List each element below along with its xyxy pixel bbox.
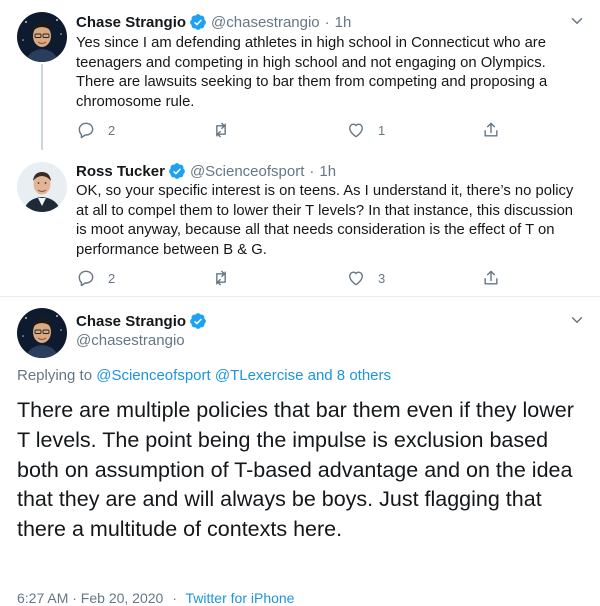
reply-button[interactable]: 2 [76, 120, 115, 140]
user-handle[interactable]: @Scienceofsport [190, 163, 304, 180]
display-name[interactable]: Ross Tucker [76, 163, 165, 180]
tweet-text: Yes since I am defending athletes in hig… [76, 35, 548, 110]
separator-dot: · [309, 162, 315, 180]
reply-button[interactable]: 2 [76, 268, 115, 288]
focused-tweet-text: There are multiple policies that bar the… [17, 398, 574, 542]
display-name[interactable]: Chase Strangio [76, 313, 186, 330]
focused-tweet-header: Chase Strangio [76, 311, 211, 331]
mention-link[interactable]: @Scienceofsport [96, 367, 210, 384]
verified-badge-icon [189, 312, 207, 330]
heart-icon [346, 120, 366, 140]
timestamp[interactable]: 1h [319, 163, 336, 180]
share-button[interactable] [481, 120, 501, 140]
tweet-actions: 2 3 [76, 268, 516, 288]
share-button[interactable] [481, 268, 501, 288]
verified-badge-icon [189, 13, 207, 31]
reply-icon [76, 120, 96, 140]
tweet-header: Chase Strangio @chasestrangio · 1h [76, 12, 351, 32]
share-icon [481, 268, 501, 288]
user-handle[interactable]: @chasestrangio [76, 332, 185, 349]
reply-count: 2 [108, 122, 116, 138]
chevron-down-icon[interactable] [568, 311, 586, 329]
like-button[interactable]: 1 [346, 120, 385, 140]
chevron-down-icon[interactable] [568, 12, 586, 30]
heart-icon [346, 268, 366, 288]
retweet-button[interactable] [211, 268, 243, 288]
retweet-icon [211, 120, 231, 140]
verified-badge-icon [168, 162, 186, 180]
replying-to-label: Replying to [17, 367, 93, 384]
display-name[interactable]: Chase Strangio [76, 14, 186, 31]
tweet-meta: 6:27 AM · Feb 20, 2020 · Twitter for iPh… [17, 590, 294, 606]
thread-line [41, 64, 43, 150]
avatar[interactable] [17, 12, 67, 62]
source-link[interactable]: Twitter for iPhone [186, 590, 295, 606]
retweet-icon [211, 268, 231, 288]
tweet-header: Ross Tucker @Scienceofsport · 1h [76, 161, 336, 181]
reply-count: 2 [108, 270, 116, 286]
tweet-1[interactable]: Chase Strangio @chasestrangio · 1h Yes s… [0, 0, 600, 150]
tweet-actions: 2 1 [76, 120, 516, 140]
mention-link[interactable]: @TLexercise [215, 367, 304, 384]
tweet-2[interactable]: Ross Tucker @Scienceofsport · 1h OK, so … [0, 150, 600, 296]
tweet-datetime[interactable]: 6:27 AM · Feb 20, 2020 [17, 590, 163, 606]
like-count: 3 [378, 270, 386, 286]
retweet-button[interactable] [211, 120, 243, 140]
others-link[interactable]: and 8 others [308, 367, 391, 384]
avatar[interactable] [17, 308, 67, 358]
like-count: 1 [378, 122, 386, 138]
user-handle[interactable]: @chasestrangio [211, 14, 320, 31]
timestamp[interactable]: 1h [335, 14, 352, 31]
tweet-text: OK, so your specific interest is on teen… [76, 183, 574, 258]
separator-dot: · [324, 13, 330, 31]
replying-to-line: Replying to @Scienceofsport @TLexercise … [17, 367, 391, 384]
share-icon [481, 120, 501, 140]
avatar[interactable] [17, 162, 67, 212]
separator-dot: · [172, 590, 177, 606]
like-button[interactable]: 3 [346, 268, 385, 288]
reply-icon [76, 268, 96, 288]
